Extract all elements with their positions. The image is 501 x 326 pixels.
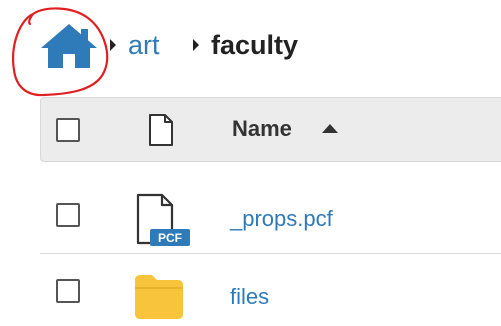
breadcrumb-item-art[interactable]: art — [128, 28, 160, 62]
svg-text:PCF: PCF — [158, 231, 182, 245]
file-link-props-pcf[interactable]: _props.pcf — [230, 206, 333, 232]
pcf-file-icon: PCF — [136, 193, 190, 246]
home-link[interactable] — [38, 22, 100, 70]
name-column-header[interactable]: Name — [232, 116, 292, 142]
breadcrumb: art faculty — [0, 0, 501, 97]
chevron-right-icon — [193, 39, 199, 51]
row-checkbox[interactable] — [56, 279, 80, 303]
select-all-checkbox[interactable] — [56, 118, 80, 142]
folder-icon — [135, 275, 183, 319]
row-checkbox[interactable] — [56, 203, 80, 227]
home-icon — [41, 24, 97, 68]
file-icon — [149, 114, 173, 146]
table-row — [40, 254, 501, 326]
chevron-right-icon — [110, 39, 116, 51]
breadcrumb-item-faculty: faculty — [211, 30, 299, 60]
file-link-files[interactable]: files — [230, 284, 269, 310]
sort-ascending-icon[interactable] — [321, 122, 339, 134]
